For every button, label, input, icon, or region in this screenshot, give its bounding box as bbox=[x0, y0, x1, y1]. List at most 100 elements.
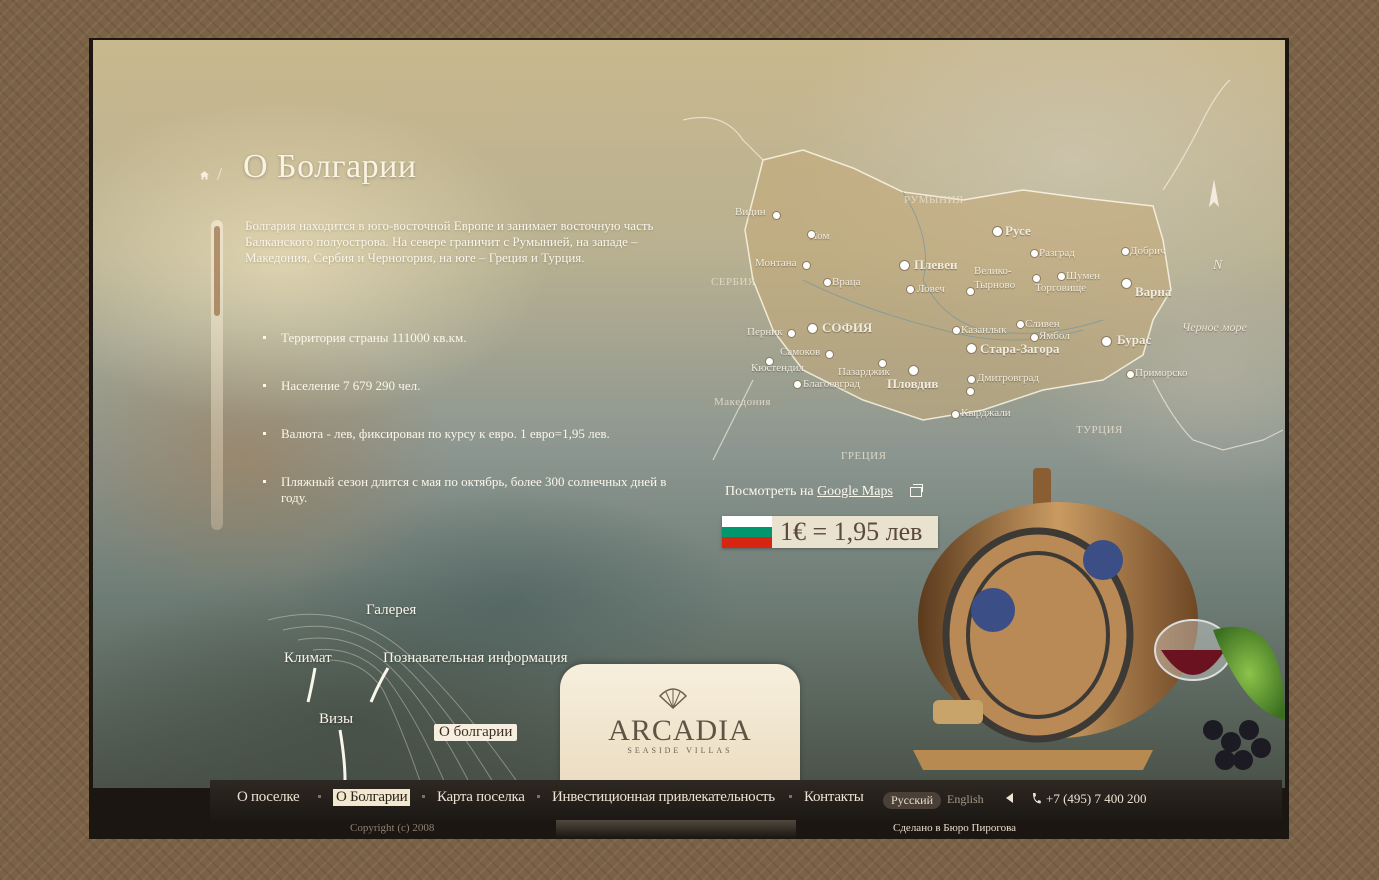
maps-link-prefix: Посмотреть на bbox=[725, 484, 814, 499]
map-city-label[interactable]: Стара-Загора bbox=[980, 341, 1060, 357]
map-city-label[interactable]: Ловеч bbox=[917, 283, 945, 295]
map-city-label[interactable]: Перник bbox=[747, 326, 782, 338]
map-city-dot[interactable] bbox=[951, 410, 960, 419]
fan-item-visas[interactable]: Визы bbox=[319, 711, 353, 728]
fact-item: Территория страны 111000 кв.км. bbox=[261, 330, 681, 346]
map-city-dot[interactable] bbox=[1032, 274, 1041, 283]
map-city-label[interactable]: Добрич bbox=[1130, 245, 1166, 257]
map-city-dot[interactable] bbox=[793, 380, 802, 389]
map-city-dot[interactable] bbox=[807, 323, 818, 334]
logo-card[interactable]: ARCADIA SEASIDE VILLAS bbox=[560, 664, 800, 788]
map-city-dot[interactable] bbox=[992, 226, 1003, 237]
map-city-label[interactable]: Самоков bbox=[780, 346, 820, 358]
map-city-dot[interactable] bbox=[823, 278, 832, 287]
fact-item: Валюта - лев, фиксирован по курсу к евро… bbox=[261, 426, 681, 442]
fact-item: Пляжный сезон длится с мая по октябрь, б… bbox=[261, 474, 681, 506]
map-city-label[interactable]: Шумен bbox=[1066, 270, 1100, 282]
nav-item-bulgaria[interactable]: О Болгарии bbox=[333, 789, 411, 806]
map-city-label[interactable]: СОФИЯ bbox=[822, 320, 872, 336]
map-city-dot[interactable] bbox=[772, 211, 781, 220]
map-city-dot[interactable] bbox=[802, 261, 811, 270]
map-city-dot[interactable] bbox=[1121, 278, 1132, 289]
map-city-dot[interactable] bbox=[1101, 336, 1112, 347]
nav-item-settlement[interactable]: О поселке bbox=[237, 789, 300, 806]
map-city-dot[interactable] bbox=[966, 387, 975, 396]
map-city-dot[interactable] bbox=[1030, 249, 1039, 258]
map-city-label[interactable]: Благоевград bbox=[803, 378, 860, 390]
map-country-serbia: СЕРБИЯ bbox=[711, 276, 756, 288]
map-city-dot[interactable] bbox=[787, 329, 796, 338]
bulgaria-map[interactable]: РУМЫНИЯ СЕРБИЯ Македония ГРЕЦИЯ ТУРЦИЯ Ч… bbox=[683, 80, 1283, 500]
wine-barrel-illustration bbox=[913, 468, 1285, 770]
map-city-dot[interactable] bbox=[878, 359, 887, 368]
made-by-link[interactable]: Сделано в Бюро Пирогова bbox=[893, 822, 1016, 834]
map-city-label[interactable]: Дмитровград bbox=[977, 372, 1039, 384]
map-city-label[interactable]: Русе bbox=[1005, 223, 1031, 239]
fan-item-climate[interactable]: Климат bbox=[284, 650, 332, 667]
map-city-dot[interactable] bbox=[765, 357, 774, 366]
map-city-dot[interactable] bbox=[825, 350, 834, 359]
map-city-label[interactable]: Пловдив bbox=[887, 376, 938, 392]
map-city-label[interactable]: Приморско bbox=[1135, 367, 1187, 379]
content-stage: / О Болгарии Болгария находится в юго-во… bbox=[93, 40, 1285, 788]
map-city-label[interactable]: Казанлык bbox=[961, 324, 1006, 336]
bulgaria-flag-icon bbox=[722, 516, 772, 548]
map-city-label[interactable]: Велико-Тырново bbox=[974, 264, 1024, 292]
map-city-dot[interactable] bbox=[952, 326, 961, 335]
map-city-label[interactable]: Варна bbox=[1135, 284, 1171, 300]
fan-item-info[interactable]: Познавательная информация bbox=[383, 650, 568, 667]
map-country-greece: ГРЕЦИЯ bbox=[841, 450, 887, 462]
map-city-label[interactable]: Кюстендил bbox=[751, 362, 804, 374]
map-city-dot[interactable] bbox=[899, 260, 910, 271]
lang-russian[interactable]: Русский bbox=[883, 792, 941, 809]
shell-lines bbox=[267, 613, 523, 788]
map-city-dot[interactable] bbox=[966, 343, 977, 354]
map-city-label[interactable]: Сливен bbox=[1025, 318, 1060, 330]
speaker-icon[interactable] bbox=[1006, 793, 1013, 803]
nav-separator bbox=[789, 795, 792, 798]
map-city-label[interactable]: Кырджали bbox=[961, 407, 1011, 419]
map-city-dot[interactable] bbox=[908, 365, 919, 376]
map-city-dot[interactable] bbox=[1016, 320, 1025, 329]
map-city-dot[interactable] bbox=[906, 285, 915, 294]
currency-rate-text: 1€ = 1,95 лев bbox=[780, 517, 923, 546]
phone-icon bbox=[1033, 793, 1041, 804]
map-city-dot[interactable] bbox=[1057, 272, 1066, 281]
map-country-romania: РУМЫНИЯ bbox=[904, 194, 964, 206]
map-city-dot[interactable] bbox=[967, 375, 976, 384]
fan-item-about[interactable]: О болгарии bbox=[434, 724, 518, 741]
home-icon[interactable] bbox=[199, 170, 210, 181]
shell-logo-icon bbox=[658, 688, 688, 710]
bottom-nav: О поселке О Болгарии Карта поселка Инвес… bbox=[210, 780, 1282, 820]
site-frame: / О Болгарии Болгария находится в юго-во… bbox=[89, 38, 1289, 839]
map-city-label[interactable]: Бурас bbox=[1117, 332, 1151, 348]
map-city-dot[interactable] bbox=[966, 287, 975, 296]
currency-rate-box: 1€ = 1,95 лев bbox=[722, 516, 938, 548]
scrollbar-thumb[interactable] bbox=[214, 226, 220, 316]
logo-name: ARCADIA bbox=[608, 714, 752, 747]
map-city-dot[interactable] bbox=[1121, 247, 1130, 256]
map-country-macedonia: Македония bbox=[714, 396, 771, 408]
map-city-label[interactable]: Плевен bbox=[914, 257, 957, 273]
fan-item-gallery[interactable]: Галерея bbox=[366, 602, 416, 619]
phone-number: +7 (495) 7 400 200 bbox=[1046, 791, 1147, 806]
maps-link-row: Посмотреть на Google Maps bbox=[725, 484, 893, 500]
map-city-label[interactable]: Видин bbox=[735, 206, 766, 218]
nav-item-investment[interactable]: Инвестиционная привлекательность bbox=[552, 789, 775, 806]
google-maps-link[interactable]: Google Maps bbox=[817, 484, 893, 499]
map-city-label[interactable]: Торговище bbox=[1035, 282, 1086, 294]
map-city-label[interactable]: Монтана bbox=[755, 257, 797, 269]
nav-item-map[interactable]: Карта поселка bbox=[437, 789, 525, 806]
logo-subtitle: SEASIDE VILLAS bbox=[627, 746, 733, 755]
map-city-label[interactable]: Враца bbox=[832, 276, 861, 288]
map-city-dot[interactable] bbox=[807, 230, 816, 239]
map-city-dot[interactable] bbox=[1126, 370, 1135, 379]
fact-item: Население 7 679 290 чел. bbox=[261, 378, 681, 394]
compass-label: N bbox=[1213, 258, 1223, 273]
map-city-label[interactable]: Разград bbox=[1039, 247, 1075, 259]
logo-reflection bbox=[556, 820, 796, 838]
page-title: О Болгарии bbox=[243, 148, 417, 185]
map-sea-label: Черное море bbox=[1182, 320, 1247, 334]
lang-english[interactable]: English bbox=[947, 792, 984, 807]
nav-item-contacts[interactable]: Контакты bbox=[804, 789, 864, 806]
